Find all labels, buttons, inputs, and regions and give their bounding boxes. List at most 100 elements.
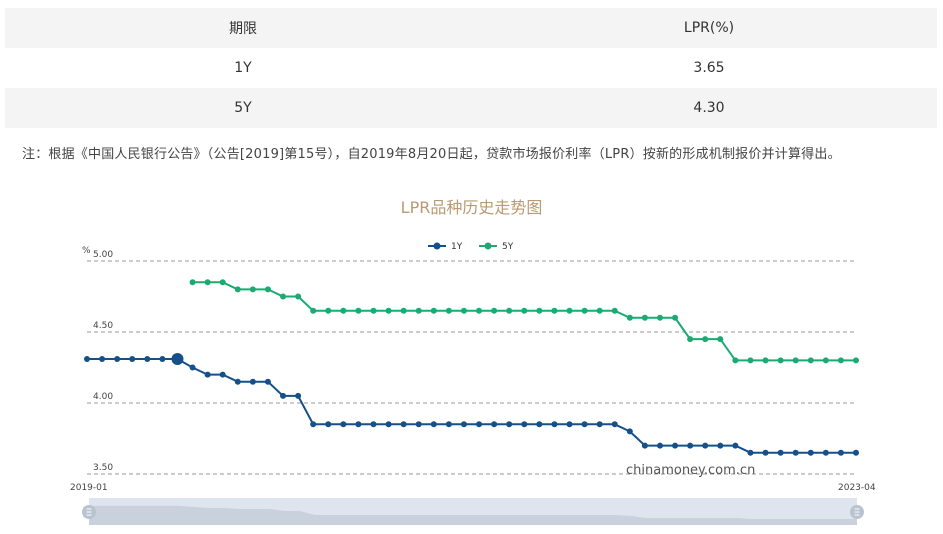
data-point-5y[interactable] [837,357,844,364]
data-point-1y[interactable] [189,364,196,371]
data-point-1y[interactable] [626,428,633,435]
data-point-1y[interactable] [445,421,452,428]
data-point-1y[interactable] [687,442,694,449]
data-point-1y[interactable] [551,421,558,428]
data-point-1y[interactable] [129,355,136,362]
data-point-1y[interactable] [747,449,754,456]
data-point-5y[interactable] [370,307,377,314]
data-point-5y[interactable] [762,357,769,364]
data-point-5y[interactable] [551,307,558,314]
data-point-1y[interactable] [611,421,618,428]
data-point-5y[interactable] [340,307,347,314]
data-point-1y[interactable] [325,421,332,428]
data-point-1y[interactable] [762,449,769,456]
data-point-5y[interactable] [445,307,452,314]
data-point-1y[interactable] [385,421,392,428]
data-point-5y[interactable] [355,307,362,314]
data-point-5y[interactable] [476,307,483,314]
data-point-5y[interactable] [521,307,528,314]
data-point-1y[interactable] [159,355,166,362]
data-point-5y[interactable] [777,357,784,364]
data-point-1y[interactable] [234,378,241,385]
legend-item-5y[interactable]: 5Y [479,242,514,252]
data-point-5y[interactable] [506,307,513,314]
data-point-5y[interactable] [581,307,588,314]
slider-handle-left[interactable] [82,505,96,519]
data-point-5y[interactable] [807,357,814,364]
data-point-5y[interactable] [717,336,724,343]
data-point-1y[interactable] [792,449,799,456]
data-point-5y[interactable] [491,307,498,314]
data-point-5y[interactable] [460,307,467,314]
data-point-1y[interactable] [521,421,528,428]
data-point-1y[interactable] [460,421,467,428]
data-point-1y[interactable] [566,421,573,428]
data-point-1y[interactable] [144,355,151,362]
data-point-1y[interactable] [99,355,106,362]
data-point-5y[interactable] [536,307,543,314]
data-point-5y[interactable] [853,357,859,364]
data-point-5y[interactable] [430,307,437,314]
legend-item-1y[interactable]: 1Y [428,242,463,252]
data-point-1y[interactable] [506,421,513,428]
data-point-5y[interactable] [687,336,694,343]
data-point-1y[interactable] [807,449,814,456]
data-point-5y[interactable] [295,293,302,300]
data-point-1y[interactable] [476,421,483,428]
data-point-5y[interactable] [189,279,196,286]
data-point-5y[interactable] [566,307,573,314]
data-point-1y[interactable] [400,421,407,428]
data-point-5y[interactable] [280,293,287,300]
data-point-5y[interactable] [641,314,648,321]
data-point-1y[interactable] [219,371,226,378]
data-point-1y[interactable] [536,421,543,428]
data-point-1y[interactable] [491,421,498,428]
data-point-1y[interactable] [249,378,256,385]
data-point-5y[interactable] [747,357,754,364]
data-point-5y[interactable] [400,307,407,314]
data-point-5y[interactable] [672,314,679,321]
legend[interactable]: 1Y 5Y [428,242,514,252]
data-point-5y[interactable] [702,336,709,343]
data-point-1y[interactable] [581,421,588,428]
data-point-5y[interactable] [626,314,633,321]
data-point-5y[interactable] [596,307,603,314]
data-point-1y[interactable] [702,442,709,449]
data-point-1y[interactable] [295,392,302,399]
data-point-1y[interactable] [355,421,362,428]
data-point-1y[interactable] [853,449,859,456]
data-point-5y[interactable] [385,307,392,314]
data-point-1y[interactable] [672,442,679,449]
data-point-5y[interactable] [234,286,241,293]
data-point-5y[interactable] [264,286,271,293]
data-point-5y[interactable] [792,357,799,364]
data-point-1y[interactable] [171,352,184,365]
data-point-5y[interactable] [822,357,829,364]
range-slider[interactable] [82,498,864,525]
data-point-1y[interactable] [310,421,317,428]
data-point-1y[interactable] [84,355,90,362]
data-point-5y[interactable] [732,357,739,364]
data-point-1y[interactable] [837,449,844,456]
data-point-1y[interactable] [280,392,287,399]
data-point-1y[interactable] [204,371,211,378]
data-point-1y[interactable] [641,442,648,449]
data-point-5y[interactable] [415,307,422,314]
data-point-1y[interactable] [370,421,377,428]
data-point-1y[interactable] [264,378,271,385]
data-point-1y[interactable] [596,421,603,428]
data-point-5y[interactable] [656,314,663,321]
data-point-5y[interactable] [325,307,332,314]
slider-handle-right[interactable] [850,505,864,519]
data-point-5y[interactable] [611,307,618,314]
data-point-1y[interactable] [340,421,347,428]
data-point-1y[interactable] [822,449,829,456]
data-point-1y[interactable] [717,442,724,449]
data-point-1y[interactable] [777,449,784,456]
data-point-1y[interactable] [430,421,437,428]
data-point-5y[interactable] [249,286,256,293]
data-point-1y[interactable] [114,355,121,362]
data-point-5y[interactable] [219,279,226,286]
data-point-1y[interactable] [656,442,663,449]
data-point-5y[interactable] [204,279,211,286]
